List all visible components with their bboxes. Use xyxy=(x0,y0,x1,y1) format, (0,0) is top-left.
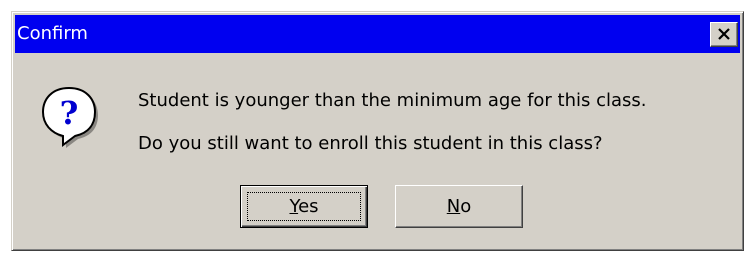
yes-button-label: Yes xyxy=(289,196,318,217)
close-button[interactable] xyxy=(710,22,738,47)
title-bar[interactable]: Confirm xyxy=(15,15,740,53)
svg-text:?: ? xyxy=(60,94,79,132)
message-line-2: Do you still want to enroll this student… xyxy=(138,133,603,154)
no-button-label: No xyxy=(447,196,471,217)
close-x-icon xyxy=(718,28,730,40)
no-label-rest: o xyxy=(460,196,472,217)
message-line-1: Student is younger than the minimum age … xyxy=(138,90,647,111)
yes-button[interactable]: Yes xyxy=(240,185,368,228)
confirm-dialog: Confirm ? Student is younger than the mi… xyxy=(11,11,744,251)
no-mnemonic: N xyxy=(446,196,461,217)
dialog-title: Confirm xyxy=(17,23,88,44)
yes-label-rest: es xyxy=(298,196,319,217)
yes-mnemonic: Y xyxy=(289,196,299,217)
no-button[interactable]: No xyxy=(395,185,523,228)
question-icon: ? xyxy=(41,86,98,148)
